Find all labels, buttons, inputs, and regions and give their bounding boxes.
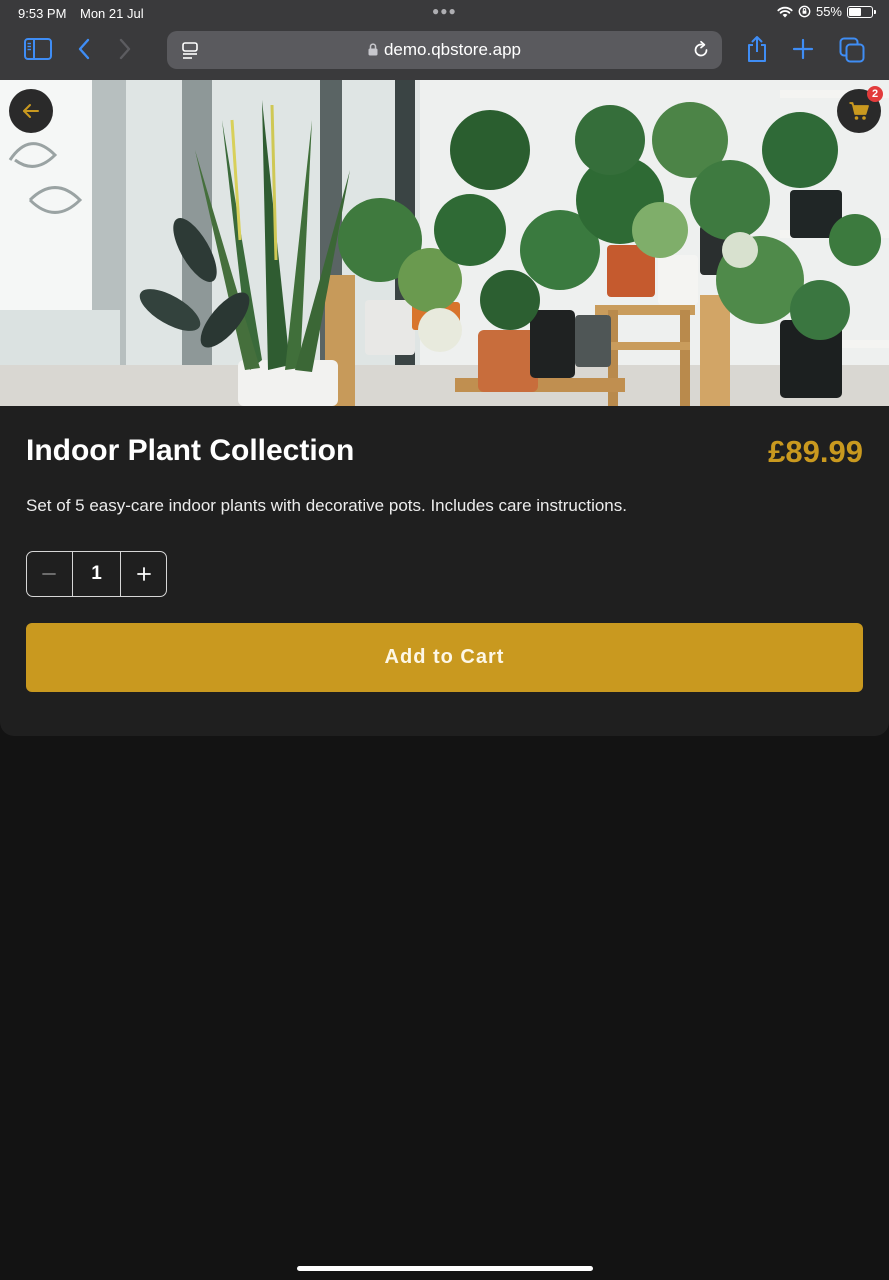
share-icon[interactable] (744, 35, 770, 63)
address-bar[interactable]: demo.qbstore.app (167, 31, 722, 69)
product-hero-image: 2 (0, 80, 889, 406)
minus-icon (42, 573, 57, 575)
product-card: Indoor Plant Collection £89.99 Set of 5 … (0, 406, 889, 736)
tabs-icon[interactable] (839, 37, 865, 63)
quantity-stepper: 1 (26, 551, 167, 597)
quantity-value[interactable]: 1 (71, 552, 122, 596)
multitasking-dots-icon[interactable]: ●●● (432, 4, 457, 18)
url-text: demo.qbstore.app (383, 40, 522, 59)
cart-count-badge: 2 (867, 86, 883, 102)
new-tab-icon[interactable] (792, 38, 814, 60)
product-description: Set of 5 easy-care indoor plants with de… (26, 496, 627, 515)
product-title: Indoor Plant Collection (26, 434, 355, 467)
shopping-cart-icon (849, 102, 869, 120)
browser-chrome: 9:53 PM Mon 21 Jul ●●● 55% demo.qbstore.… (0, 0, 889, 80)
url-display[interactable]: demo.qbstore.app (167, 40, 722, 60)
back-icon[interactable] (75, 37, 93, 61)
lock-icon (368, 41, 378, 56)
back-button[interactable] (9, 89, 53, 133)
status-indicators: 55% (777, 4, 876, 19)
product-price: £89.99 (768, 434, 863, 469)
decrease-quantity-button[interactable] (27, 552, 72, 596)
forward-icon[interactable] (116, 37, 134, 61)
plus-icon (136, 567, 151, 581)
status-date: Mon 21 Jul (80, 6, 144, 21)
plants-illustration (0, 80, 889, 406)
wifi-icon (777, 6, 793, 17)
battery-percent: 55% (815, 4, 842, 19)
cart-button[interactable]: 2 (837, 86, 883, 133)
orientation-lock-icon (798, 5, 811, 18)
increase-quantity-button[interactable] (121, 552, 166, 596)
home-indicator[interactable] (297, 1266, 593, 1271)
sidebar-icon[interactable] (24, 37, 52, 61)
status-time: 9:53 PM (18, 6, 67, 21)
reload-icon[interactable] (690, 39, 712, 61)
add-to-cart-button[interactable]: Add to Cart (26, 623, 863, 692)
battery-icon (847, 5, 876, 18)
arrow-left-icon (23, 104, 39, 118)
